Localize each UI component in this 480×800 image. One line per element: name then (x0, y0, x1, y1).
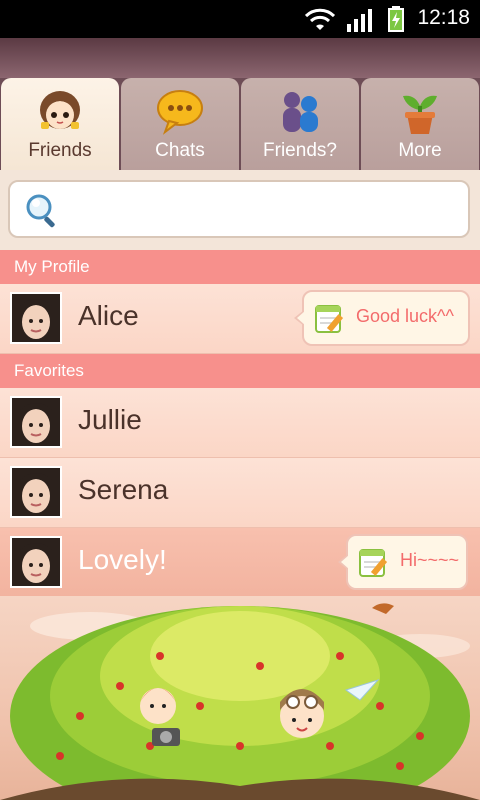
search-box[interactable] (8, 180, 470, 238)
wifi-icon (305, 8, 335, 30)
list-item[interactable]: Lovely! Hi~~~~ (0, 528, 480, 598)
status-bubble: Good luck^^ (294, 290, 470, 346)
contact-name: Serena (78, 474, 169, 505)
battery-charging-icon (388, 6, 404, 32)
notepad-pencil-icon (359, 549, 388, 577)
status-bubble: Hi~~~~ (338, 534, 468, 590)
avatar (10, 396, 62, 448)
tab-label: Chats (155, 140, 205, 161)
plant-pot-icon (403, 95, 437, 134)
tab-label: Friends (28, 140, 92, 161)
tab-label: More (398, 140, 442, 161)
contact-name: Alice (78, 300, 139, 331)
tab-more[interactable]: More (361, 78, 479, 170)
people-icon (283, 92, 318, 132)
tab-friends[interactable]: Friends (1, 78, 119, 170)
tab-label: Friends? (263, 140, 337, 161)
status-message: Hi~~~~ (400, 550, 460, 570)
signal-icon (347, 9, 372, 32)
profile-row[interactable]: Alice Good luck^^ (0, 284, 480, 354)
notepad-pencil-icon (315, 305, 344, 333)
contact-name: Lovely! (78, 544, 167, 575)
girl-face-icon (40, 91, 80, 129)
list-item[interactable]: Serena (0, 458, 480, 528)
status-bar: 12:18 (0, 0, 480, 38)
search-input[interactable] (72, 192, 456, 228)
tree-illustration (0, 603, 480, 800)
status-message: Good luck^^ (356, 306, 454, 326)
search-icon (26, 194, 55, 228)
contact-name: Jullie (78, 404, 142, 435)
tab-chats[interactable]: Chats (121, 78, 239, 170)
section-header-my-profile: My Profile (0, 250, 480, 284)
decorative-tree-scene (0, 596, 480, 800)
speech-bubble-icon (157, 90, 203, 135)
avatar (10, 466, 62, 518)
avatar (10, 536, 62, 588)
section-header-favorites: Favorites (0, 354, 480, 388)
header-band (0, 38, 480, 78)
list-item[interactable]: Jullie (0, 388, 480, 458)
avatar (10, 292, 62, 344)
status-time: 12:18 (417, 6, 470, 29)
search-area (0, 170, 480, 250)
tab-friends-suggest[interactable]: Friends? (241, 78, 359, 170)
tab-bar: Friends Chats Friends? More (0, 78, 480, 170)
